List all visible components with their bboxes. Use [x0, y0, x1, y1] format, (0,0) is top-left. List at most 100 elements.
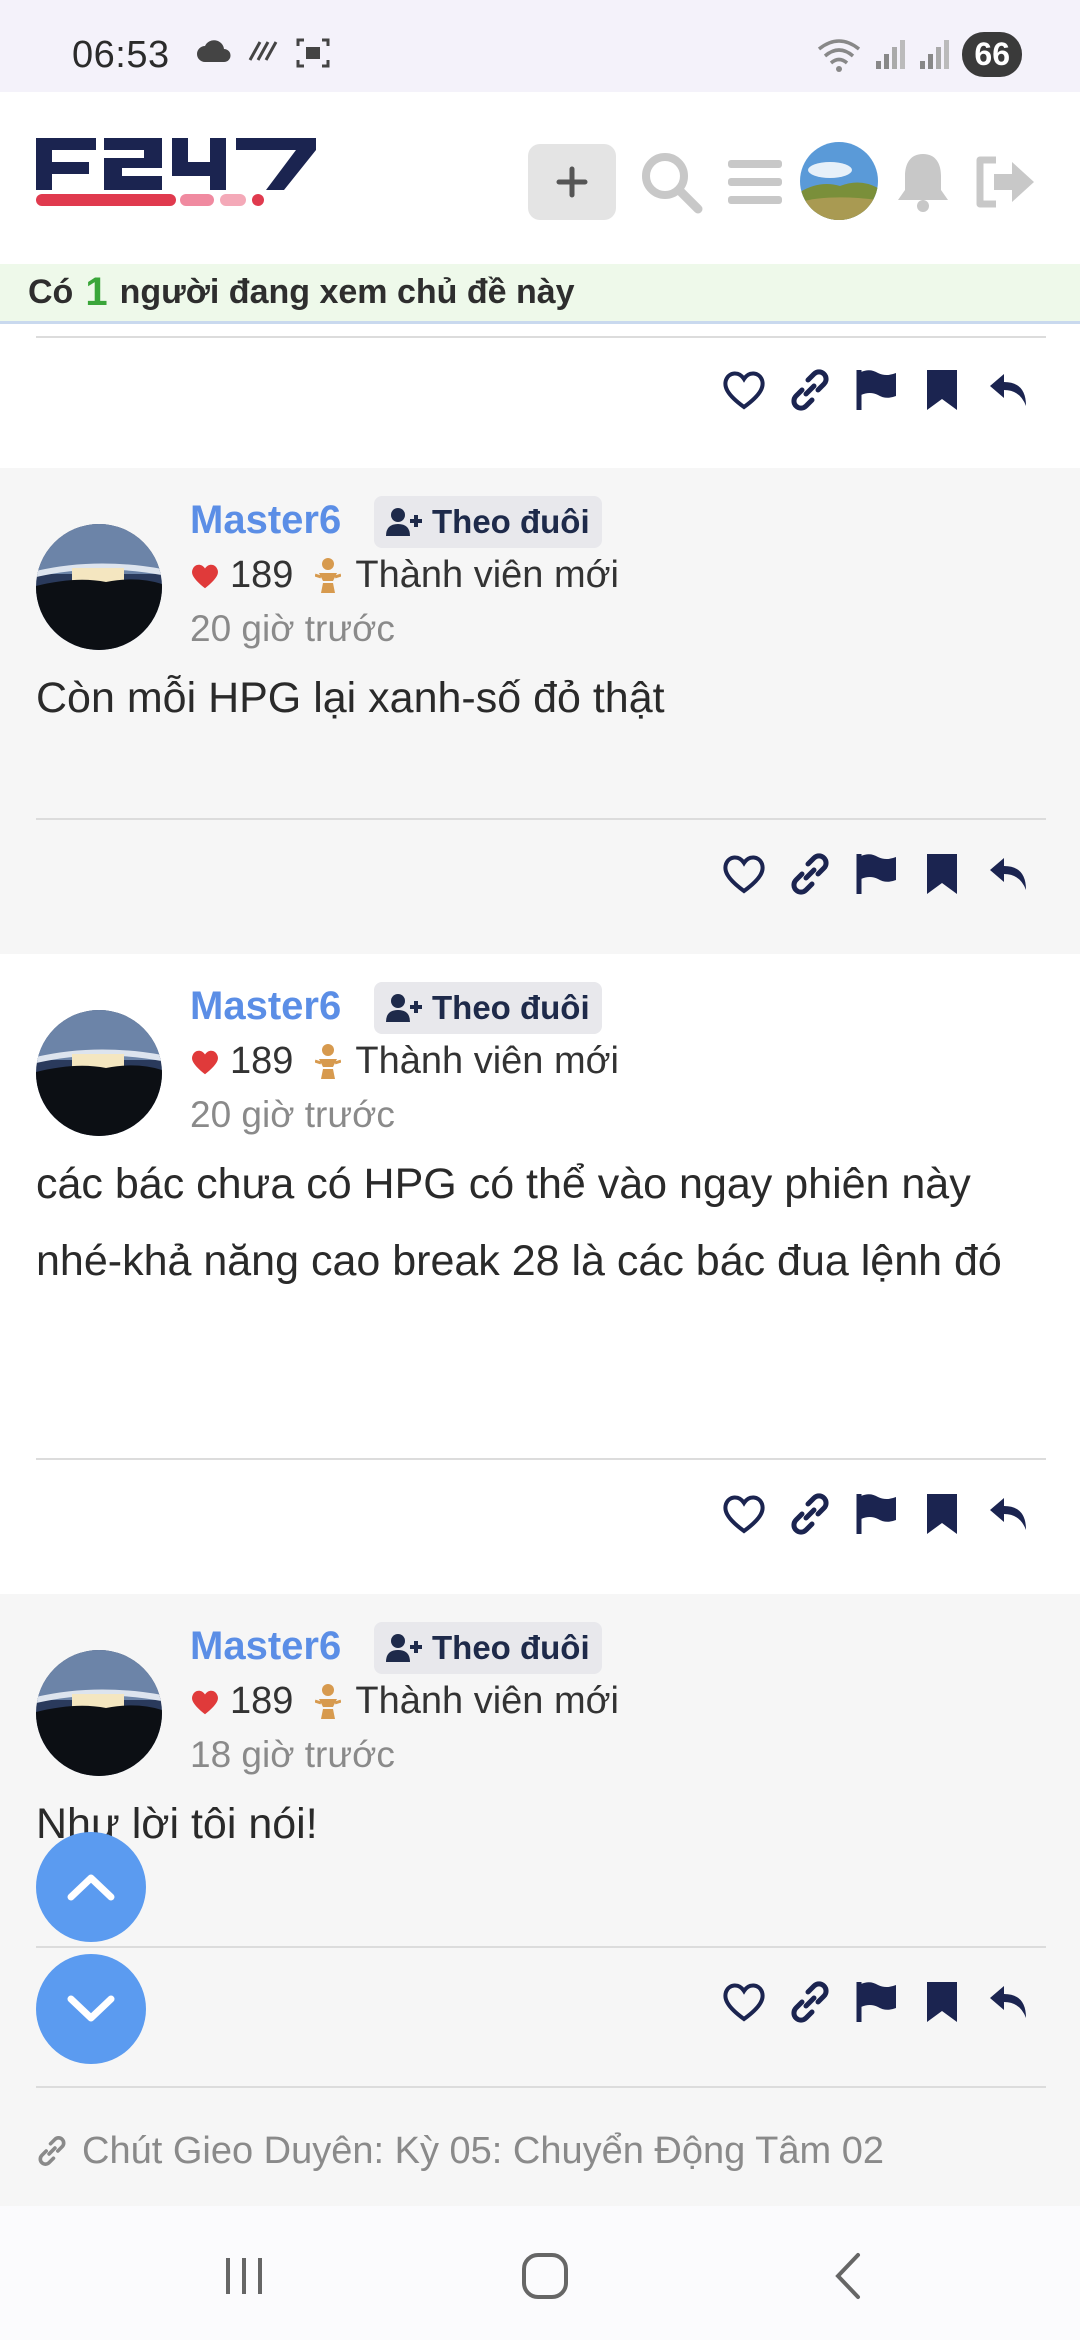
battery-indicator: 66 [962, 32, 1022, 77]
status-bar: 06:53 66 [0, 0, 1080, 92]
signal-icon [920, 39, 950, 69]
wifi-icon [818, 38, 861, 72]
post-author-name[interactable]: Master6 [190, 1624, 341, 1669]
copy-link-button[interactable] [788, 852, 832, 896]
reply-icon [990, 858, 1026, 890]
flag-button[interactable] [854, 852, 898, 896]
copy-link-button[interactable] [788, 1492, 832, 1536]
flag-button[interactable] [854, 368, 898, 412]
reply-button[interactable] [986, 852, 1030, 896]
bookmark-button[interactable] [920, 1980, 964, 2024]
flag-icon [856, 370, 896, 410]
avatar-image [36, 524, 162, 650]
reply-button[interactable] [986, 1980, 1030, 2024]
likes-count: 189 [230, 1680, 294, 1722]
post-author-avatar[interactable] [36, 524, 162, 650]
like-button[interactable] [722, 1492, 766, 1536]
post-content: Còn mỗi HPG lại xanh-số đỏ thật [36, 674, 665, 722]
logout-button[interactable] [970, 144, 1040, 220]
heart-icon [723, 371, 765, 410]
post: Master6 Theo đuôi 189 Thành viên mới 20 … [0, 954, 1080, 1594]
scroll-up-button[interactable] [36, 1832, 146, 1942]
avatar-image [36, 1010, 162, 1136]
link-icon [791, 853, 829, 895]
follow-button[interactable]: Theo đuôi [374, 1622, 602, 1674]
post-time[interactable]: 18 giờ trước [190, 1734, 395, 1776]
post-time[interactable]: 20 giờ trước [190, 1094, 395, 1136]
reply-icon [990, 1986, 1026, 2018]
post-previous-footer [0, 336, 1080, 468]
follow-label: Theo đuôi [432, 503, 590, 540]
post-author-avatar[interactable] [36, 1010, 162, 1136]
recents-icon [226, 2258, 262, 2294]
follow-label: Theo đuôi [432, 989, 590, 1026]
post-author-name[interactable]: Master6 [190, 984, 341, 1029]
user-plus-icon [386, 1634, 422, 1662]
site-header [0, 92, 1080, 264]
back-button[interactable] [818, 2246, 878, 2306]
status-icons-left [196, 38, 330, 68]
bookmark-icon [927, 854, 957, 894]
badge-icon [315, 1043, 342, 1079]
logout-icon [976, 156, 1034, 208]
bookmark-button[interactable] [920, 1492, 964, 1536]
follow-label: Theo đuôi [432, 1629, 590, 1666]
like-button[interactable] [722, 368, 766, 412]
post-actions [722, 852, 1030, 896]
reply-icon [990, 374, 1026, 406]
link-icon [38, 2136, 66, 2166]
user-avatar[interactable] [800, 142, 878, 220]
status-time: 06:53 [72, 34, 170, 76]
post-author-avatar[interactable] [36, 1650, 162, 1776]
flag-icon [856, 1494, 896, 1534]
post-author-name[interactable]: Master6 [190, 498, 341, 543]
post-author-meta: 189 Thành viên mới [190, 1680, 619, 1723]
post: Master6 Theo đuôi 189 Thành viên mới 18 … [0, 1594, 1080, 2096]
post: Master6 Theo đuôi 189 Thành viên mới 20 … [0, 468, 1080, 954]
chevron-down-icon [67, 1995, 115, 2022]
notifications-button[interactable] [888, 144, 958, 220]
flag-button[interactable] [854, 1980, 898, 2024]
site-logo[interactable] [34, 132, 316, 212]
back-icon [835, 2253, 860, 2299]
post-author-meta: 189 Thành viên mới [190, 554, 619, 597]
flag-button[interactable] [854, 1492, 898, 1536]
menu-button[interactable] [720, 144, 790, 220]
scroll-down-button[interactable] [36, 1954, 146, 2064]
copy-link-button[interactable] [788, 1980, 832, 2024]
home-icon [522, 2253, 568, 2299]
member-role: Thành viên mới [355, 1680, 619, 1722]
bookmark-button[interactable] [920, 368, 964, 412]
home-button[interactable] [515, 2246, 575, 2306]
viewers-prefix: Có [28, 273, 74, 311]
badge-icon [315, 557, 342, 593]
user-plus-icon [386, 508, 422, 536]
member-role: Thành viên mới [355, 554, 619, 596]
heart-icon [723, 855, 765, 894]
viewers-banner: Có 1 người đang xem chủ đề này [0, 264, 1080, 324]
post-time[interactable]: 20 giờ trước [190, 608, 395, 650]
signal-icon [876, 39, 906, 69]
viewers-suffix: người đang xem chủ đề này [119, 273, 575, 311]
system-nav-bar [0, 2206, 1080, 2340]
reply-icon [990, 1498, 1026, 1530]
search-button[interactable] [636, 144, 706, 220]
copy-link-button[interactable] [788, 368, 832, 412]
post-actions [722, 368, 1030, 412]
reply-button[interactable] [986, 1492, 1030, 1536]
reply-button[interactable] [986, 368, 1030, 412]
like-button[interactable] [722, 1980, 766, 2024]
avatar-image [800, 142, 878, 220]
badge-icon [315, 1683, 342, 1719]
follow-button[interactable]: Theo đuôi [374, 982, 602, 1034]
related-topic-link[interactable]: Chút Gieo Duyên: Kỳ 05: Chuyển Động Tâm … [0, 2096, 1080, 2206]
bookmark-button[interactable] [920, 852, 964, 896]
post-content: các bác chưa có HPG có thể vào ngay phiê… [36, 1160, 1002, 1285]
create-button[interactable] [528, 144, 616, 220]
data-saver-icon [248, 41, 278, 61]
plus-icon [556, 166, 588, 198]
status-icons-right: 66 [816, 32, 1022, 77]
follow-button[interactable]: Theo đuôi [374, 496, 602, 548]
like-button[interactable] [722, 852, 766, 896]
recents-button[interactable] [214, 2246, 274, 2306]
